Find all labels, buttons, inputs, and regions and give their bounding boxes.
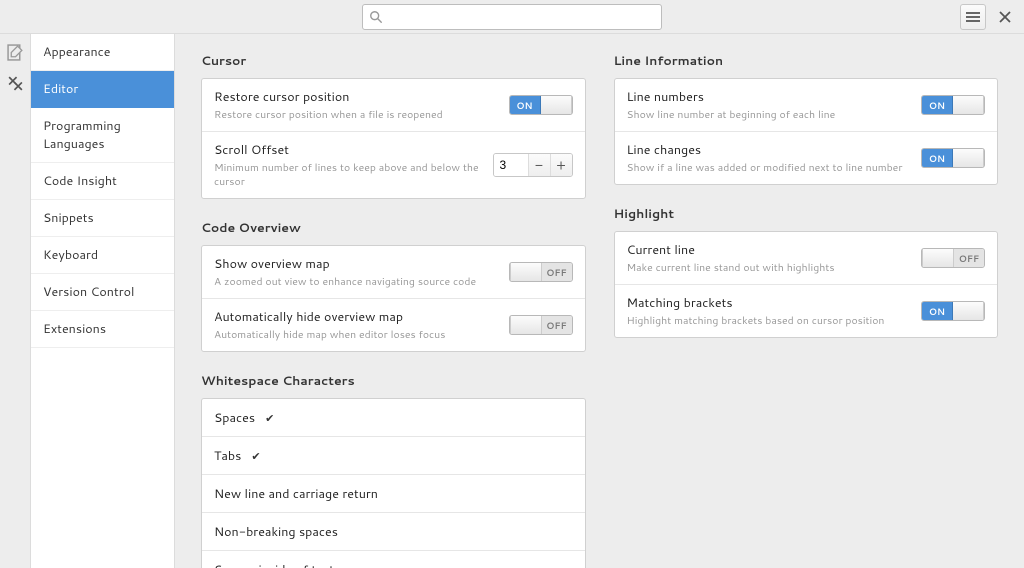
row-autohide-overview: Automatically hide overview map Automati…	[202, 299, 585, 351]
line-changes-switch[interactable]: ON	[921, 148, 985, 168]
whitespace-row[interactable]: Spaces ✔	[202, 399, 585, 437]
line-changes-title: Line changes	[627, 141, 922, 159]
current-line-switch[interactable]: OFF	[921, 248, 985, 268]
group-overview: Show overview map A zoomed out view to e…	[201, 245, 586, 352]
search-field-wrap	[362, 4, 662, 30]
whitespace-row[interactable]: Tabs ✔	[202, 437, 585, 475]
group-cursor: Restore cursor position Restore cursor p…	[201, 78, 586, 199]
sidebar-item-code-insight[interactable]: Code Insight	[31, 163, 174, 200]
sidebar-item-programming-languages[interactable]: Programming Languages	[31, 108, 174, 163]
scroll-offset-value[interactable]	[494, 154, 528, 176]
row-show-overview: Show overview map A zoomed out view to e…	[202, 246, 585, 299]
show-overview-desc: A zoomed out view to enhance navigating …	[214, 275, 509, 289]
sidebar-item-editor[interactable]: Editor	[31, 71, 174, 108]
section-head-cursor: Cursor	[201, 52, 586, 70]
current-line-desc: Make current line stand out with highlig…	[627, 261, 922, 275]
show-overview-title: Show overview map	[214, 255, 509, 273]
row-scroll-offset: Scroll Offset Minimum number of lines to…	[202, 132, 585, 198]
show-overview-switch[interactable]: OFF	[509, 262, 573, 282]
check-icon: ✔	[265, 410, 277, 426]
header-right	[960, 4, 1018, 30]
line-numbers-desc: Show line number at beginning of each li…	[627, 108, 922, 122]
sidebar-item-snippets[interactable]: Snippets	[31, 200, 174, 237]
whitespace-label: New line and carriage return	[214, 485, 378, 503]
main: AppearanceEditorProgramming LanguagesCod…	[0, 34, 1024, 568]
whitespace-row[interactable]: Non-breaking spaces	[202, 513, 585, 551]
autohide-overview-title: Automatically hide overview map	[214, 308, 509, 326]
group-whitespace: Spaces ✔ Tabs ✔ New line and carriage return…	[201, 398, 586, 568]
close-button[interactable]	[992, 4, 1018, 30]
line-numbers-title: Line numbers	[627, 88, 922, 106]
preferences-icon[interactable]	[7, 75, 24, 92]
line-changes-desc: Show if a line was added or modified nex…	[627, 161, 922, 175]
row-current-line: Current line Make current line stand out…	[615, 232, 998, 285]
line-numbers-switch[interactable]: ON	[921, 95, 985, 115]
autohide-overview-desc: Automatically hide map when editor loses…	[214, 328, 509, 342]
section-head-whitespace: Whitespace Characters	[201, 372, 586, 390]
right-column: Line Information Line numbers Show line …	[614, 52, 999, 338]
check-icon: ✔	[251, 448, 263, 464]
sidebar-item-appearance[interactable]: Appearance	[31, 34, 174, 71]
sidebar-item-keyboard[interactable]: Keyboard	[31, 237, 174, 274]
autohide-overview-switch[interactable]: OFF	[509, 315, 573, 335]
restore-cursor-switch[interactable]: ON	[509, 95, 573, 115]
sidebar: AppearanceEditorProgramming LanguagesCod…	[30, 34, 175, 568]
matching-brackets-title: Matching brackets	[627, 294, 922, 312]
matching-brackets-desc: Highlight matching brackets based on cur…	[627, 314, 922, 328]
close-icon	[999, 11, 1011, 23]
current-line-title: Current line	[627, 241, 922, 259]
row-restore-cursor: Restore cursor position Restore cursor p…	[202, 79, 585, 132]
content: Cursor Restore cursor position Restore c…	[175, 34, 1024, 568]
left-column: Cursor Restore cursor position Restore c…	[201, 52, 586, 568]
menu-button[interactable]	[960, 4, 986, 30]
scroll-offset-decrement[interactable]: −	[528, 154, 550, 176]
whitespace-label: Spaces inside of text	[214, 561, 334, 568]
hamburger-icon	[966, 10, 980, 24]
section-head-lineinfo: Line Information	[614, 52, 999, 70]
matching-brackets-switch[interactable]: ON	[921, 301, 985, 321]
header-bar	[0, 0, 1024, 34]
search-input[interactable]	[362, 4, 662, 30]
sidebar-item-extensions[interactable]: Extensions	[31, 311, 174, 348]
row-matching-brackets: Matching brackets Highlight matching bra…	[615, 285, 998, 337]
row-line-numbers: Line numbers Show line number at beginni…	[615, 79, 998, 132]
whitespace-label: Non-breaking spaces	[214, 523, 338, 541]
whitespace-row[interactable]: Spaces inside of text	[202, 551, 585, 568]
restore-cursor-title: Restore cursor position	[214, 88, 509, 106]
section-head-highlight: Highlight	[614, 205, 999, 223]
edit-view-icon[interactable]	[7, 44, 24, 61]
sidebar-item-version-control[interactable]: Version Control	[31, 274, 174, 311]
whitespace-label: Tabs	[214, 447, 241, 465]
scroll-offset-increment[interactable]: +	[550, 154, 572, 176]
icon-bar	[0, 34, 30, 568]
restore-cursor-desc: Restore cursor position when a file is r…	[214, 108, 509, 122]
search-icon	[369, 10, 383, 24]
scroll-offset-stepper[interactable]: − +	[493, 153, 573, 177]
whitespace-row[interactable]: New line and carriage return	[202, 475, 585, 513]
scroll-offset-title: Scroll Offset	[214, 141, 493, 159]
scroll-offset-desc: Minimum number of lines to keep above an…	[214, 161, 493, 189]
row-line-changes: Line changes Show if a line was added or…	[615, 132, 998, 184]
group-highlight: Current line Make current line stand out…	[614, 231, 999, 338]
group-lineinfo: Line numbers Show line number at beginni…	[614, 78, 999, 185]
section-head-overview: Code Overview	[201, 219, 586, 237]
whitespace-label: Spaces	[214, 409, 255, 427]
